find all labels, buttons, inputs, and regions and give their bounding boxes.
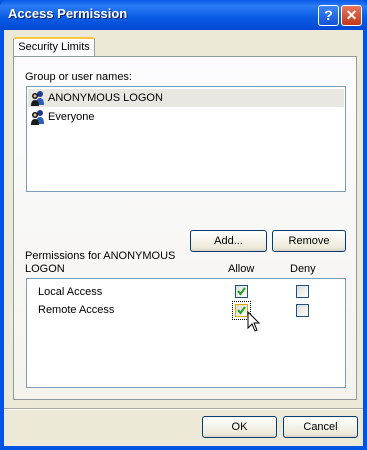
- tab-panel: Group or user names: ANONYMOUS LOGON Eve…: [13, 56, 357, 400]
- permission-name: Remote Access: [38, 304, 115, 316]
- remove-button[interactable]: Remove: [272, 230, 346, 252]
- separator: [4, 408, 363, 410]
- cancel-button[interactable]: Cancel: [283, 416, 358, 438]
- access-permission-dialog: Access Permission ? ✕ Security Limits Gr…: [0, 0, 367, 450]
- users-icon: [30, 109, 46, 125]
- window-title: Access Permission: [8, 6, 128, 21]
- allow-column-header: Allow: [228, 263, 255, 275]
- title-bar[interactable]: Access Permission ? ✕: [0, 0, 367, 30]
- group-user-names-label: Group or user names:: [25, 71, 132, 83]
- permissions-label-line2: LOGON: [25, 263, 65, 275]
- local-access-allow-checkbox[interactable]: [235, 285, 248, 298]
- list-item[interactable]: ANONYMOUS LOGON: [28, 89, 344, 107]
- tab-security-limits[interactable]: Security Limits: [13, 37, 95, 57]
- ok-button[interactable]: OK: [202, 416, 277, 438]
- list-item[interactable]: Everyone: [28, 108, 344, 126]
- user-list[interactable]: ANONYMOUS LOGON Everyone: [26, 86, 346, 192]
- tab-label: Security Limits: [18, 41, 90, 53]
- user-name: ANONYMOUS LOGON: [48, 92, 163, 104]
- dialog-body: Security Limits Group or user names: ANO…: [4, 30, 363, 446]
- mouse-cursor-icon: [247, 311, 261, 332]
- close-button[interactable]: ✕: [341, 5, 362, 26]
- help-button[interactable]: ?: [318, 5, 339, 26]
- deny-column-header: Deny: [290, 263, 316, 275]
- permissions-label-line1: Permissions for ANONYMOUS: [25, 250, 176, 262]
- add-button[interactable]: Add...: [190, 230, 267, 252]
- remote-access-deny-checkbox[interactable]: [296, 304, 309, 317]
- permission-name: Local Access: [38, 286, 103, 298]
- user-name: Everyone: [48, 111, 95, 123]
- permissions-list: Local Access Remote Access: [26, 278, 346, 388]
- close-icon: ✕: [345, 7, 358, 23]
- users-icon: [30, 90, 46, 106]
- local-access-deny-checkbox[interactable]: [296, 285, 309, 298]
- help-icon: ?: [324, 7, 333, 23]
